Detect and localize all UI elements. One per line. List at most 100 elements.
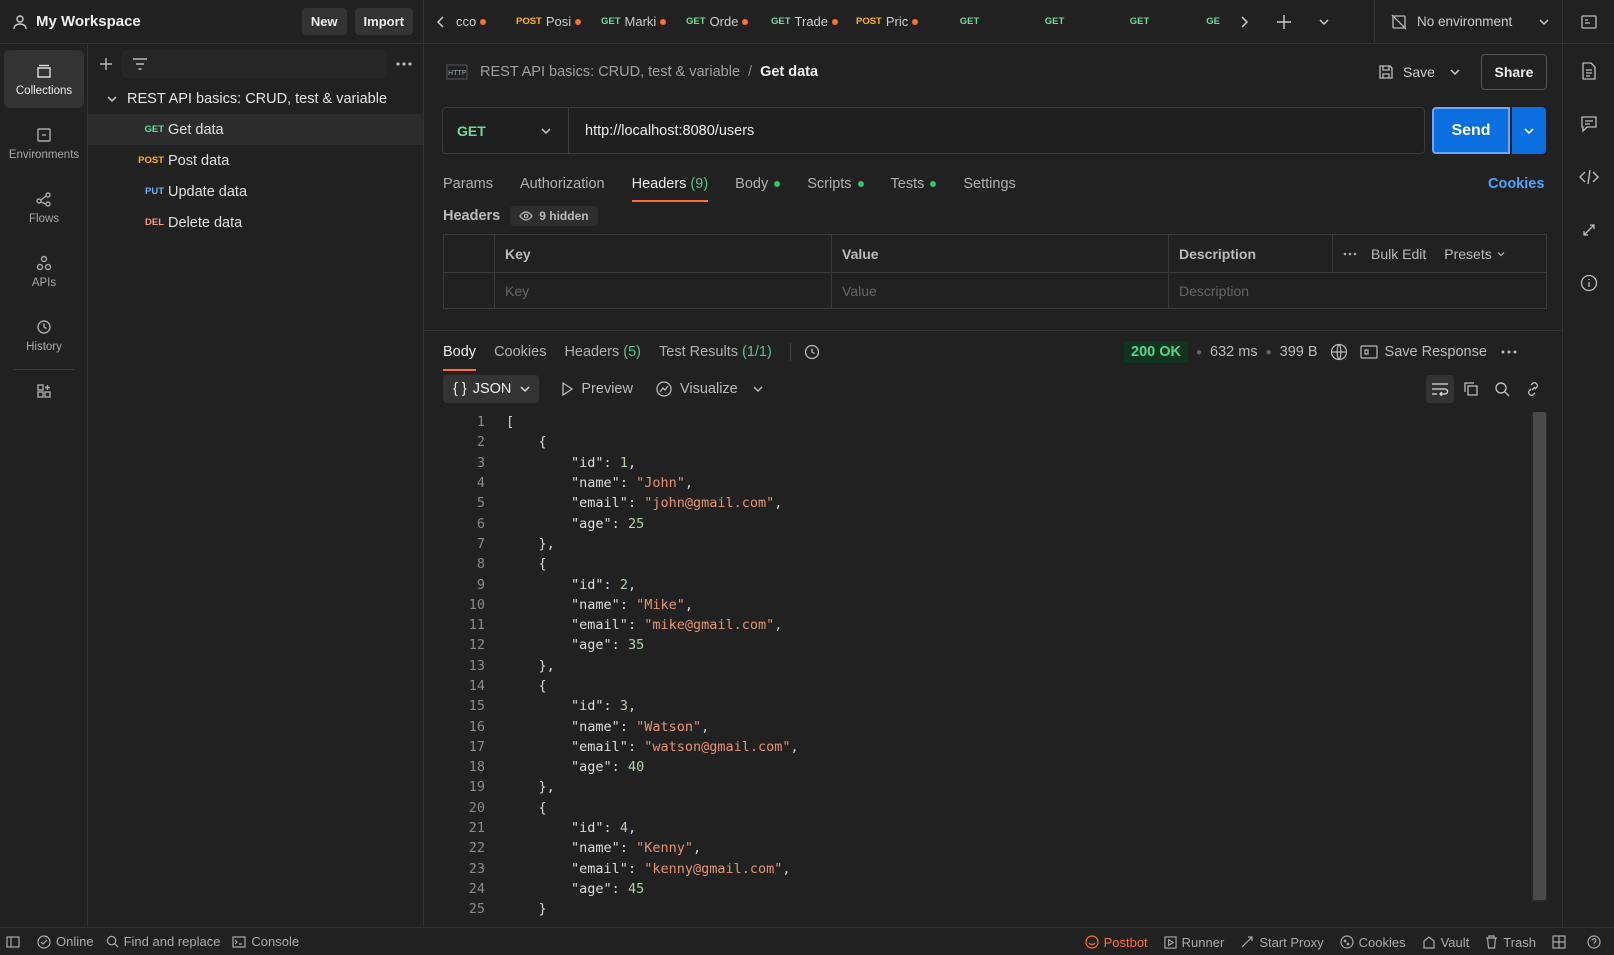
request-item-update-data[interactable]: PUT Update data: [88, 176, 423, 207]
presets-button[interactable]: Presets: [1444, 246, 1491, 262]
online-status[interactable]: Online: [37, 934, 94, 949]
rail-environments[interactable]: Environments: [4, 114, 84, 172]
save-response-button[interactable]: Save Response: [1359, 344, 1487, 360]
chevron-down-icon[interactable]: [752, 383, 764, 395]
tab-body[interactable]: Body: [735, 170, 781, 198]
visualize-button[interactable]: Visualize: [655, 380, 764, 398]
postbot-button[interactable]: Postbot: [1084, 935, 1148, 950]
plus-icon[interactable]: [98, 56, 114, 72]
breadcrumb-request[interactable]: Get data: [760, 64, 818, 80]
response-time[interactable]: 632 ms: [1210, 344, 1258, 360]
start-proxy-button[interactable]: Start Proxy: [1240, 935, 1324, 950]
request-tab[interactable]: POST Pric: [844, 0, 929, 43]
request-tab[interactable]: GET Trade: [759, 0, 844, 43]
tab-tests[interactable]: Tests: [891, 170, 937, 198]
response-size[interactable]: 399 B: [1280, 344, 1318, 360]
response-tab-body[interactable]: Body: [443, 338, 477, 371]
format-select[interactable]: { } JSON: [443, 375, 540, 403]
rr-variables[interactable]: [1563, 0, 1614, 44]
tabs-scroll-left[interactable]: [430, 15, 452, 28]
request-tab[interactable]: GET: [929, 0, 1014, 43]
link-button[interactable]: [1519, 375, 1547, 403]
request-tab[interactable]: cco: [452, 0, 504, 43]
key-header: Key: [494, 235, 831, 272]
request-item-post-data[interactable]: POST Post data: [88, 145, 423, 176]
response-body-code[interactable]: 1[2 {3 "id": 1, 4 "name": "John", 5 "email…: [443, 412, 1523, 922]
rr-info[interactable]: [1563, 256, 1614, 309]
request-item-get-data[interactable]: GET Get data: [88, 114, 423, 145]
request-tab[interactable]: POST Posi: [504, 0, 589, 43]
more-icon[interactable]: [1343, 252, 1357, 256]
description-input[interactable]: Description: [1168, 273, 1546, 309]
workspace-title[interactable]: My Workspace: [36, 13, 294, 30]
rail-history[interactable]: History: [4, 306, 84, 364]
share-button[interactable]: Share: [1481, 54, 1547, 90]
request-tab[interactable]: GET Marki: [589, 0, 674, 43]
tabs-menu[interactable]: [1304, 16, 1344, 28]
import-button[interactable]: Import: [354, 8, 413, 35]
cookies-button[interactable]: Cookies: [1340, 935, 1406, 950]
environment-selector[interactable]: No environment: [1374, 0, 1562, 44]
globe-icon[interactable]: [1330, 343, 1348, 361]
bulk-edit-button[interactable]: Bulk Edit: [1371, 246, 1426, 262]
status-badge[interactable]: 200 OK: [1124, 341, 1188, 363]
new-button[interactable]: New: [301, 8, 347, 35]
layout-button[interactable]: [1552, 935, 1571, 949]
tab-settings[interactable]: Settings: [963, 170, 1015, 198]
headers-section: Headers 9 hidden: [443, 205, 598, 227]
hidden-headers-toggle[interactable]: 9 hidden: [510, 206, 598, 226]
has-content-dot: [930, 181, 937, 187]
new-tab-button[interactable]: [1264, 14, 1304, 30]
request-item-delete-data[interactable]: DEL Delete data: [88, 207, 423, 238]
send-button[interactable]: Send: [1432, 107, 1510, 154]
response-tab-tests[interactable]: Test Results (1/1): [659, 338, 772, 366]
rail-apis[interactable]: APIs: [4, 242, 84, 300]
wrap-lines-button[interactable]: [1426, 375, 1454, 403]
copy-button[interactable]: [1457, 375, 1485, 403]
save-button[interactable]: Save: [1378, 56, 1461, 88]
toggle-sidebar-button[interactable]: [6, 935, 25, 949]
tab-headers[interactable]: Headers (9): [631, 170, 708, 202]
request-tab[interactable]: GET Orde: [674, 0, 759, 43]
search-button[interactable]: [1488, 375, 1516, 403]
find-replace-button[interactable]: Find and replace: [106, 934, 220, 949]
url-input[interactable]: [569, 122, 1424, 139]
rr-documentation[interactable]: [1563, 44, 1614, 97]
tabs-scroll-right[interactable]: [1224, 15, 1264, 28]
pane-divider[interactable]: [424, 330, 1562, 331]
method-select[interactable]: GET: [443, 108, 569, 153]
rr-related[interactable]: [1563, 203, 1614, 256]
request-tab[interactable]: GET: [1099, 0, 1184, 43]
response-tab-headers[interactable]: Headers (5): [564, 338, 641, 366]
response-tab-cookies[interactable]: Cookies: [494, 338, 546, 366]
request-tab[interactable]: GET: [1014, 0, 1099, 43]
rail-configure[interactable]: [0, 382, 87, 400]
value-input[interactable]: Value: [831, 273, 1168, 309]
preview-button[interactable]: Preview: [561, 381, 633, 397]
description-header: Description: [1168, 235, 1332, 272]
tab-params[interactable]: Params: [443, 170, 493, 198]
runner-button[interactable]: Runner: [1164, 935, 1224, 950]
chevron-down-icon[interactable]: [1449, 66, 1461, 78]
send-options-button[interactable]: [1512, 107, 1546, 154]
help-button[interactable]: [1587, 935, 1606, 949]
collection-item[interactable]: REST API basics: CRUD, test & variable: [88, 84, 423, 114]
vault-button[interactable]: Vault: [1422, 935, 1469, 950]
request-tab[interactable]: GE: [1184, 0, 1224, 43]
tab-authorization[interactable]: Authorization: [520, 170, 605, 198]
sidebar-filter-input[interactable]: [122, 50, 387, 78]
breadcrumb-collection[interactable]: REST API basics: CRUD, test & variable: [480, 64, 740, 80]
trash-button[interactable]: Trash: [1485, 935, 1536, 950]
history-icon[interactable]: [803, 343, 821, 361]
more-icon[interactable]: [1501, 350, 1517, 354]
rail-collections[interactable]: Collections: [4, 50, 84, 108]
more-icon[interactable]: [395, 61, 413, 67]
rr-code[interactable]: [1563, 150, 1614, 203]
rail-flows[interactable]: Flows: [4, 178, 84, 236]
key-input[interactable]: Key: [494, 273, 831, 309]
rr-comments[interactable]: [1563, 97, 1614, 150]
cookies-link[interactable]: Cookies: [1488, 170, 1544, 198]
scrollbar-thumb[interactable]: [1533, 412, 1546, 900]
tab-scripts[interactable]: Scripts: [807, 170, 864, 198]
console-button[interactable]: Console: [232, 934, 299, 949]
